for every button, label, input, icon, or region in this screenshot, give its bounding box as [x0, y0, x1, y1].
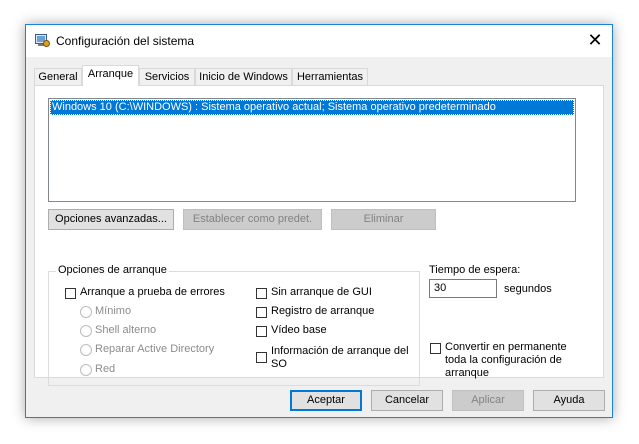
tab-inicio-windows[interactable]: Inicio de Windows [195, 68, 292, 85]
no-gui-checkbox[interactable] [256, 288, 267, 299]
boot-tab-panel: Windows 10 (C:\WINDOWS) : Sistema operat… [34, 85, 604, 386]
base-video-label: Vídeo base [271, 324, 327, 336]
timeout-input[interactable]: 30 [429, 279, 497, 298]
delete-button[interactable]: Eliminar [331, 209, 436, 230]
boot-os-list[interactable]: Windows 10 (C:\WINDOWS) : Sistema operat… [48, 98, 576, 202]
msconfig-icon [35, 34, 50, 47]
safe-minimal-label: Mínimo [95, 305, 132, 317]
boot-options-group: Opciones de arranque Arranque a prueba d… [48, 264, 420, 386]
tab-general[interactable]: General [34, 68, 82, 85]
safe-alt-shell-radio[interactable] [80, 325, 92, 337]
tab-arranque[interactable]: Arranque [82, 65, 139, 86]
base-video-checkbox[interactable] [256, 326, 267, 337]
apply-button[interactable]: Aplicar [452, 390, 524, 411]
safe-ad-repair-label: Reparar Active Directory [95, 343, 215, 355]
os-boot-info-label-line2: SO [271, 358, 287, 370]
boot-log-label: Registro de arranque [271, 305, 375, 317]
safe-alt-shell-label: Shell alterno [95, 324, 157, 336]
safe-ad-repair-radio[interactable] [80, 344, 92, 356]
no-gui-label: Sin arranque de GUI [271, 286, 372, 298]
close-icon: ✕ [587, 29, 603, 50]
os-boot-info-checkbox[interactable] [256, 352, 267, 363]
tab-servicios[interactable]: Servicios [139, 68, 195, 85]
safe-boot-label: Arranque a prueba de errores [80, 286, 225, 298]
cancel-button[interactable]: Cancelar [371, 390, 443, 411]
boot-options-label: Opciones de arranque [56, 264, 169, 276]
make-permanent-checkbox[interactable] [430, 343, 441, 354]
timeout-unit-label: segundos [504, 283, 552, 295]
make-permanent-label-line2: toda la configuración de [445, 354, 562, 366]
make-permanent-label-line3: arranque [445, 367, 490, 379]
make-permanent-label-line1: Convertir en permanente [445, 341, 567, 353]
close-button[interactable]: ✕ [578, 25, 612, 55]
window-title: Configuración del sistema [56, 34, 195, 48]
system-config-dialog: Configuración del sistema ✕ General Arra… [25, 24, 613, 418]
safe-network-label: Red [95, 363, 116, 375]
safe-boot-checkbox[interactable] [65, 288, 76, 299]
list-item[interactable]: Windows 10 (C:\WINDOWS) : Sistema operat… [50, 100, 574, 115]
tab-herramientas[interactable]: Herramientas [292, 68, 368, 85]
ok-button[interactable]: Aceptar [290, 390, 362, 411]
safe-minimal-radio[interactable] [80, 306, 92, 318]
timeout-label: Tiempo de espera: [429, 264, 521, 276]
advanced-options-button[interactable]: Opciones avanzadas... [48, 209, 174, 230]
set-default-button[interactable]: Establecer como predet. [183, 209, 322, 230]
title-bar: Configuración del sistema ✕ [26, 25, 612, 57]
help-button[interactable]: Ayuda [533, 390, 605, 411]
boot-log-checkbox[interactable] [256, 307, 267, 318]
safe-network-radio[interactable] [80, 364, 92, 376]
os-boot-info-label-line1: Información de arranque del [271, 345, 409, 357]
